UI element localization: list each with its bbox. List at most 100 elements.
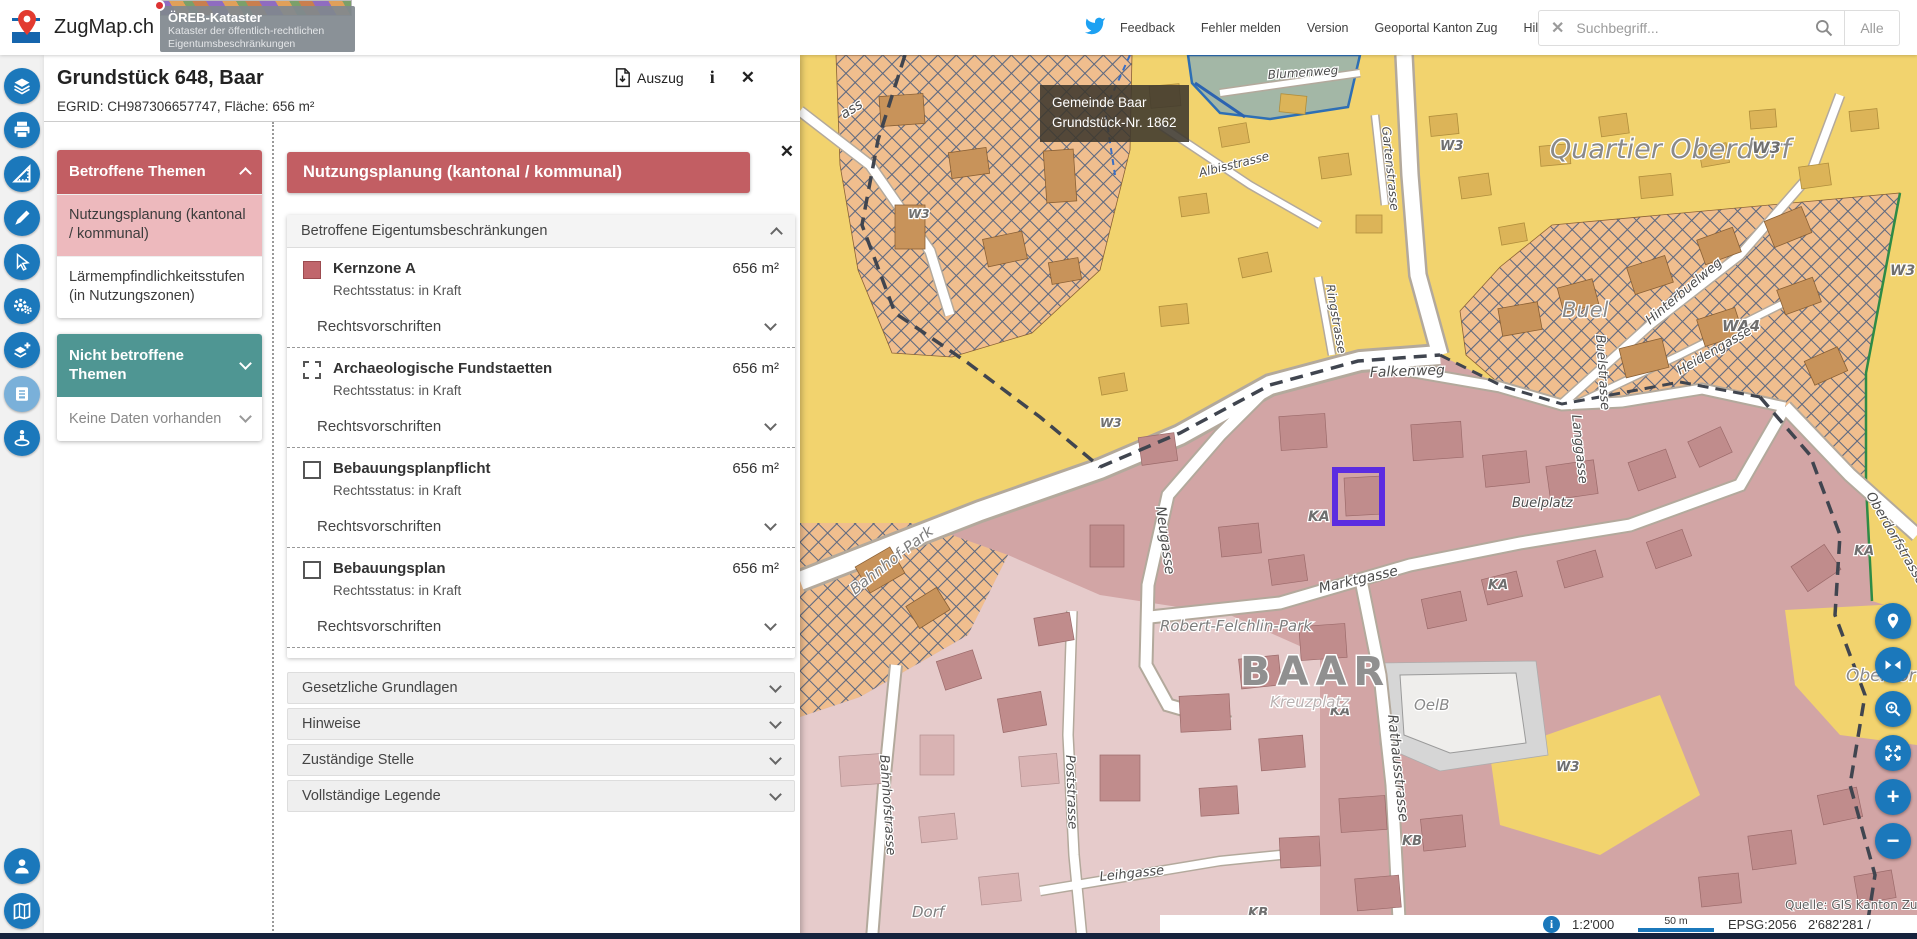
parcel-info-panel: Grundstück 648, Baar Auszug i ✕ EGRID: C… [44,55,800,939]
topics-column: Betroffene Themen Nutzungsplanung (kanto… [57,150,262,457]
search-scope-select[interactable]: Alle [1845,20,1899,36]
fullscreen-button[interactable] [1875,735,1911,771]
pdf-download-icon [614,68,631,88]
topic-item-laermempfindlichkeit[interactable]: Lärmempfindlichkeitsstufen (in Nutzungsz… [57,256,262,318]
restriction-item-fundstaetten: Archaeologische Fundstaetten 656 m² Rech… [287,348,795,448]
map-label: KA [1308,509,1330,525]
restriction-name: Bebauungsplan [333,560,732,577]
topic-banner: Nutzungsplanung (kantonal / kommunal) [287,152,750,193]
restrictions-header-label: Betroffene Eigentumsbeschränkungen [301,223,547,239]
link-feedback[interactable]: Feedback [1120,21,1175,35]
zoom-to-extent-button[interactable] [1875,691,1911,727]
map-label: KA [1854,544,1874,559]
layers-tool-button[interactable] [4,68,40,104]
gears-icon [12,296,32,316]
location-pin-icon [1884,612,1902,630]
scale-info-icon[interactable]: i [1543,916,1560,933]
chevron-up-icon [770,227,783,240]
search-icon[interactable] [1804,18,1844,38]
badge-line2: Eigentumsbeschränkungen [168,38,347,51]
print-tool-button[interactable] [4,112,40,148]
add-layers-tool-button[interactable] [4,332,40,368]
panel-info-button[interactable]: i [710,67,715,88]
measure-tool-button[interactable] [4,156,40,192]
no-data-row[interactable]: Keine Daten vorhanden [57,397,262,441]
map-status-bar: i 1:2'000 50 m EPSG:2056 2'682'281 / 1'2… [1160,915,1917,934]
restriction-name: Bebauungsplanpflicht [333,460,732,477]
tooltip-parcel-number: Grundstück-Nr. 1862 [1052,113,1177,133]
printer-icon [12,120,32,140]
map-label: W3 [1440,139,1463,154]
select-tool-button[interactable] [4,244,40,280]
accordion-legal-basis[interactable]: Gesetzliche Grundlagen [287,672,795,704]
map-canvas[interactable]: Quartier OberdorfW3W3W3W3W3W3WA4KAKAKAKA… [800,55,1917,939]
chevron-down-icon [764,618,777,631]
locate-button[interactable] [1875,603,1911,639]
no-data-label: Keine Daten vorhanden [69,411,221,427]
link-geoportal[interactable]: Geoportal Kanton Zug [1375,21,1498,35]
not-affected-topics-card: Nicht betroffene Themen Keine Daten vorh… [57,334,262,441]
twitter-icon[interactable] [1083,15,1107,42]
accordion-responsible-office[interactable]: Zuständige Stelle [287,744,795,776]
affected-topics-card: Betroffene Themen Nutzungsplanung (kanto… [57,150,262,318]
map-label: Robert-Felchlin-Park [1160,617,1313,635]
map-label: KA [1488,578,1508,593]
restrictions-card: Betroffene Eigentumsbeschränkungen Kernz… [287,215,795,658]
law-provisions-toggle[interactable]: Rechtsvorschriften [303,598,779,647]
affected-topics-header[interactable]: Betroffene Themen [57,150,262,194]
accordion-full-legend[interactable]: Vollständige Legende [287,780,795,812]
topic-item-nutzungsplanung[interactable]: Nutzungsplanung (kantonal / kommunal) [57,194,262,256]
map-label: W3 [1752,138,1781,157]
map-label: Buel [1562,298,1609,322]
not-affected-topics-label: Nicht betroffene Themen [69,346,241,385]
link-report-error[interactable]: Fehler melden [1201,21,1281,35]
chevron-down-icon [769,680,782,693]
map-label: W3 [908,207,930,221]
parcel-egrid: EGRID: CH987306657747, Fläche: 656 m² [57,99,314,114]
restriction-name: Kernzone A [333,260,732,277]
street-view-tool-button[interactable] [4,420,40,456]
badge-line1: Kataster der öffentlich-rechtlichen [168,25,347,38]
restrictions-accordion-header[interactable]: Betroffene Eigentumsbeschränkungen [287,215,795,248]
pdf-extract-button[interactable]: Auszug [614,68,684,88]
oereb-cadastre-tool-button[interactable] [4,376,40,412]
map-label: Buelplatz [1512,496,1574,511]
settings-tool-button[interactable] [4,288,40,324]
map-label: Poststrasse [1062,755,1080,830]
map-overview-button[interactable] [4,893,40,929]
account-button[interactable] [4,848,40,884]
chevron-down-icon [764,318,777,331]
badge-title: ÖREB-Kataster [168,10,347,25]
link-version[interactable]: Version [1307,21,1349,35]
not-affected-topics-header[interactable]: Nicht betroffene Themen [57,334,262,397]
search-input[interactable] [1576,20,1804,36]
map-label: Falkenweg [1370,362,1446,381]
detail-close-button[interactable]: ✕ [780,142,794,162]
panel-actions: Auszug i ✕ [614,67,755,88]
layers-icon [12,76,32,96]
law-provisions-toggle[interactable]: Rechtsvorschriften [303,298,779,347]
search-clear-icon[interactable]: ✕ [1539,18,1576,38]
ruler-triangle-icon [12,164,32,184]
swipe-compare-button[interactable] [1875,647,1911,683]
topic-detail-column: ✕ Nutzungsplanung (kantonal / kommunal) … [287,122,800,812]
app-logo[interactable]: ZugMap.ch [10,8,154,46]
map-label: OelB [1414,696,1450,714]
legend-swatch-outline [303,461,321,479]
zugmap-pin-icon [10,8,44,46]
epsg-code: EPSG:2056 [1728,917,1797,932]
zoom-out-button[interactable]: − [1875,823,1911,859]
zoom-in-button[interactable]: + [1875,779,1911,815]
magnifier-plus-icon [1884,700,1902,718]
chevron-down-icon [239,357,252,370]
draw-tool-button[interactable] [4,200,40,236]
law-provisions-toggle[interactable]: Rechtsvorschriften [303,498,779,547]
restriction-status: Rechtsstatus: in Kraft [333,383,779,398]
affected-topics-label: Betroffene Themen [69,162,206,182]
law-provisions-label: Rechtsvorschriften [317,318,441,335]
restriction-item-bebauungsplanpflicht: Bebauungsplanpflicht 656 m² Rechtsstatus… [287,448,795,548]
zoning-map: Quartier OberdorfW3W3W3W3W3W3WA4KAKAKAKA… [800,55,1917,939]
accordion-notes[interactable]: Hinweise [287,708,795,740]
law-provisions-toggle[interactable]: Rechtsvorschriften [303,398,779,447]
panel-close-button[interactable]: ✕ [741,68,755,88]
